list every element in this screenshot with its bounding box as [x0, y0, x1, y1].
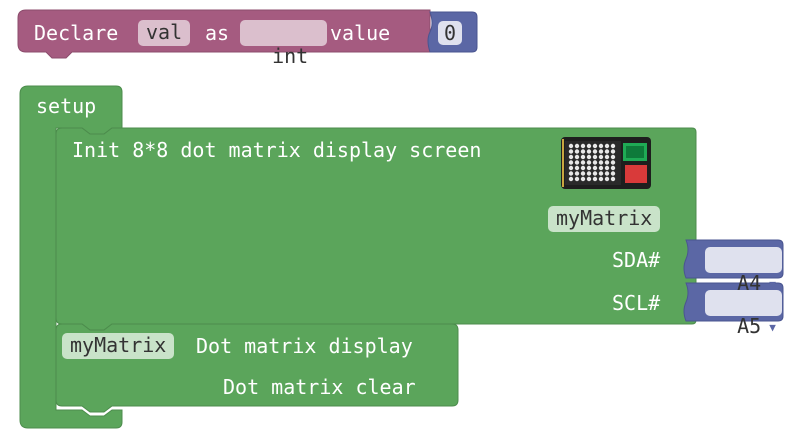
init-instance-name-field[interactable]: myMatrix	[548, 206, 661, 232]
variable-name-field[interactable]: val	[138, 20, 191, 46]
setup-label: setup	[36, 94, 97, 118]
sda-pin-dropdown[interactable]: A4 ▼	[705, 247, 782, 295]
as-label: as	[205, 21, 230, 45]
chevron-down-icon: ▼	[769, 321, 776, 334]
init-label: Init 8*8 dot matrix display screen	[72, 138, 482, 162]
dot-matrix-clear-label: Dot matrix clear	[223, 375, 416, 399]
scl-label: SCL#	[612, 291, 661, 315]
chevron-down-icon: ▼	[314, 51, 321, 64]
value-label: value	[330, 21, 391, 45]
scl-pin-dropdown[interactable]: A5 ▼	[705, 290, 782, 338]
number-field[interactable]: 0	[438, 21, 463, 45]
block-shapes	[17, 9, 784, 429]
declare-label: Declare	[34, 21, 119, 45]
dot-matrix-display-label: Dot matrix display	[196, 334, 413, 358]
scl-pin-value: A5	[737, 314, 762, 338]
type-dropdown[interactable]: int ▼	[240, 20, 327, 68]
dot-matrix-module-graphic	[562, 139, 647, 187]
sda-label: SDA#	[612, 248, 661, 272]
display-instance-name-field[interactable]: myMatrix	[62, 333, 175, 359]
dot-matrix-module-icon	[561, 137, 651, 189]
type-dropdown-value: int	[272, 44, 309, 68]
